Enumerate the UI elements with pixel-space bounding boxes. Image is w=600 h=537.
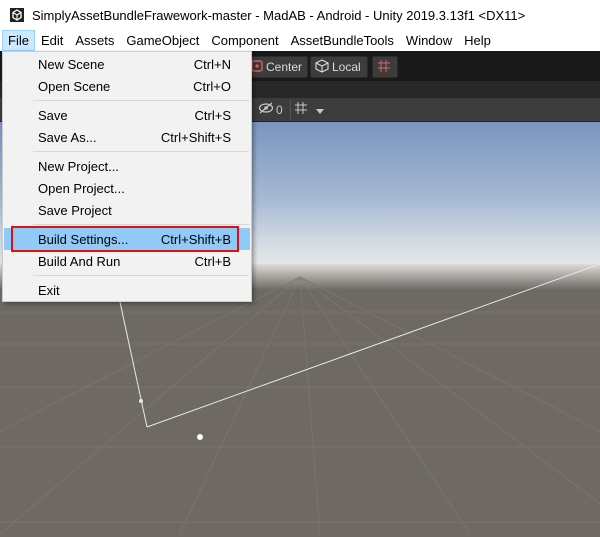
- file-menu-dropdown: New Scene Ctrl+N Open Scene Ctrl+O Save …: [2, 51, 252, 302]
- menu-item-label: Exit: [38, 282, 60, 298]
- light-gizmo: [197, 434, 203, 440]
- menu-item-save-project[interactable]: Save Project: [4, 199, 250, 221]
- menu-separator: [33, 224, 249, 225]
- menu-item-label: Save: [38, 107, 68, 123]
- grid-snap-icon: [377, 59, 394, 76]
- menu-item-open-project[interactable]: Open Project...: [4, 177, 250, 199]
- rotation-local-button[interactable]: Local: [310, 56, 368, 78]
- window-titlebar: SimplyAssetBundleFrawework-master - MadA…: [0, 0, 600, 30]
- menu-item-label: Build And Run: [38, 253, 121, 269]
- menu-item-shortcut: Ctrl+S: [194, 107, 231, 123]
- menu-item-save-as[interactable]: Save As... Ctrl+Shift+S: [4, 126, 250, 148]
- menu-component[interactable]: Component: [205, 30, 284, 51]
- grid-snap-button[interactable]: [372, 56, 398, 78]
- menu-item-label: Save Project: [38, 202, 112, 218]
- pivot-label: Center: [266, 60, 303, 74]
- menu-item-shortcut: Ctrl+Shift+B: [160, 231, 231, 247]
- menu-separator: [33, 275, 249, 276]
- menu-item-label: New Project...: [38, 158, 119, 174]
- menu-item-label: Build Settings...: [38, 231, 129, 247]
- pivot-icon: [251, 59, 266, 75]
- menu-assets[interactable]: Assets: [69, 30, 120, 51]
- pivot-center-button[interactable]: Center: [246, 56, 308, 78]
- scene-grid-toggle[interactable]: [294, 100, 308, 119]
- menu-item-shortcut: Ctrl+Shift+S: [160, 129, 231, 145]
- menu-assetbundletools[interactable]: AssetBundleTools: [285, 30, 400, 51]
- chevron-down-icon: [316, 103, 324, 117]
- menu-item-shortcut: Ctrl+O: [193, 78, 231, 94]
- unity-logo-icon: [10, 8, 24, 22]
- menu-separator: [33, 151, 249, 152]
- menu-item-label: Save As...: [38, 129, 97, 145]
- menu-window[interactable]: Window: [400, 30, 458, 51]
- scene-visibility-toggle[interactable]: 0: [258, 100, 283, 119]
- menu-item-shortcut: Ctrl+N: [193, 56, 231, 72]
- menu-item-label: Open Project...: [38, 180, 125, 196]
- menu-item-new-project[interactable]: New Project...: [4, 155, 250, 177]
- menu-help[interactable]: Help: [458, 30, 497, 51]
- menu-item-label: Open Scene: [38, 78, 111, 94]
- menu-item-build-settings[interactable]: Build Settings... Ctrl+Shift+B: [4, 228, 250, 250]
- rotation-label: Local: [332, 60, 361, 74]
- grid-icon: [294, 101, 308, 118]
- menu-edit[interactable]: Edit: [35, 30, 69, 51]
- menu-item-exit[interactable]: Exit: [4, 279, 250, 301]
- scene-toolbar-divider: [290, 100, 291, 119]
- menu-item-build-and-run[interactable]: Build And Run Ctrl+B: [4, 250, 250, 272]
- window-title: SimplyAssetBundleFrawework-master - MadA…: [32, 7, 526, 23]
- menu-item-new-scene[interactable]: New Scene Ctrl+N: [4, 53, 250, 75]
- menu-item-open-scene[interactable]: Open Scene Ctrl+O: [4, 75, 250, 97]
- menu-gameobject[interactable]: GameObject: [120, 30, 205, 51]
- grid-dropdown-arrow[interactable]: [312, 100, 328, 119]
- menu-item-label: New Scene: [38, 56, 105, 72]
- hidden-count: 0: [276, 102, 283, 117]
- eye-hidden-icon: [258, 102, 274, 117]
- menu-bar: File Edit Assets GameObject Component As…: [0, 30, 600, 51]
- menu-item-save[interactable]: Save Ctrl+S: [4, 104, 250, 126]
- menu-separator: [33, 100, 249, 101]
- menu-item-shortcut: Ctrl+B: [194, 253, 231, 269]
- ground-plane: [0, 290, 600, 534]
- menu-file[interactable]: File: [2, 30, 35, 51]
- cube-icon: [315, 58, 332, 76]
